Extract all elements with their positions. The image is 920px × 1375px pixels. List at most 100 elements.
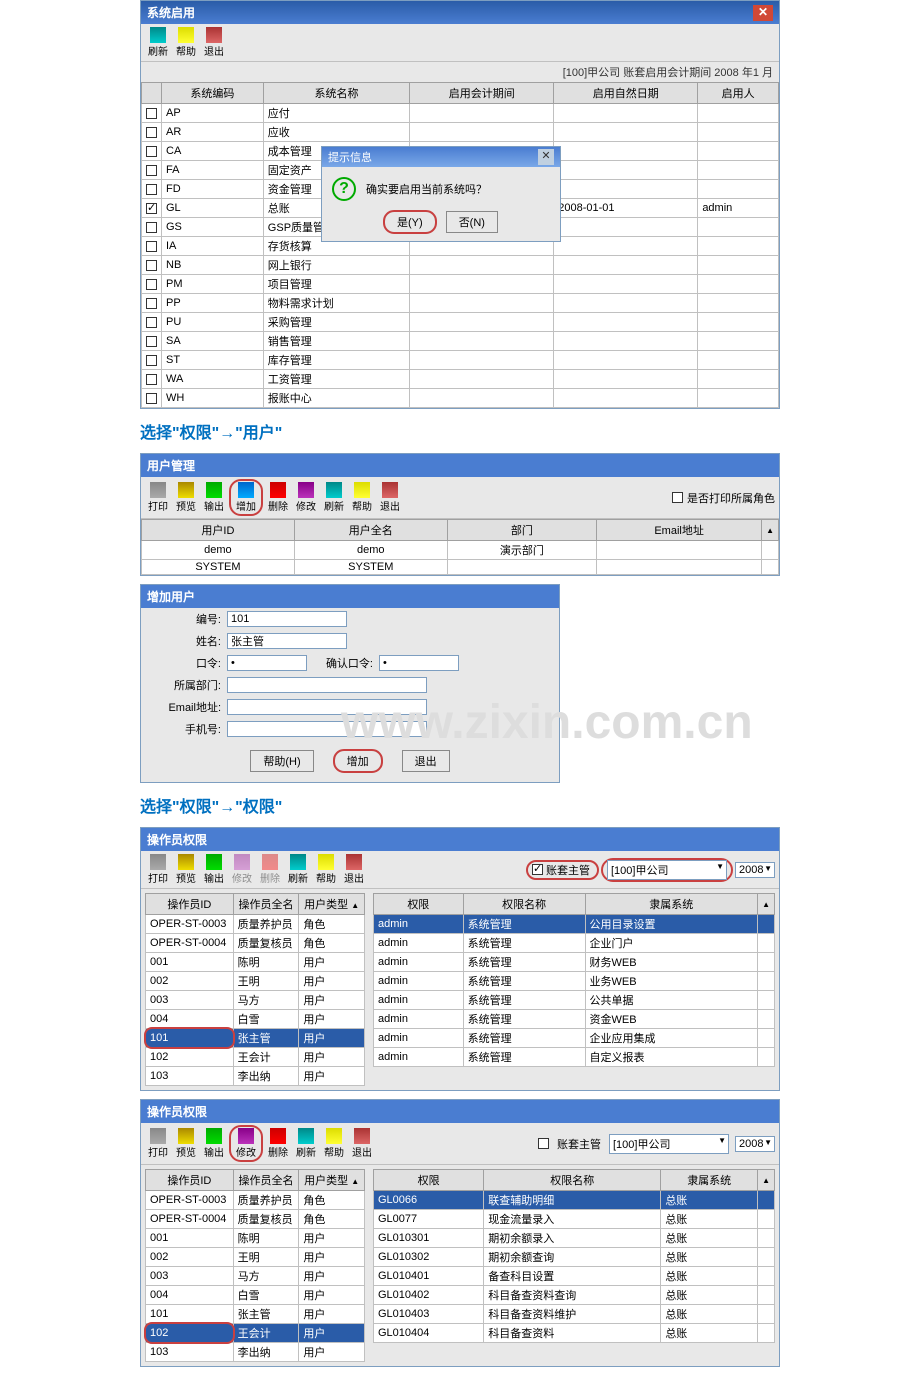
table-row[interactable]: 003马方用户 (146, 1267, 365, 1286)
table-row[interactable]: 102王会计用户 (146, 1048, 365, 1067)
year-select[interactable]: 2008 (735, 1136, 775, 1152)
company-select[interactable]: [100]甲公司 (607, 860, 727, 880)
table-row[interactable]: 101张主管用户 (146, 1029, 365, 1048)
row-checkbox[interactable] (146, 241, 157, 252)
password-field[interactable] (227, 655, 307, 671)
row-checkbox[interactable] (146, 317, 157, 328)
edit-button[interactable]: 修改 (233, 1127, 259, 1160)
table-row[interactable]: GL010301期初余额录入总账 (374, 1229, 775, 1248)
delete-button[interactable]: 删除 (265, 1127, 291, 1160)
table-row[interactable]: admin系统管理公共单据 (374, 991, 775, 1010)
table-row[interactable]: 002王明用户 (146, 1248, 365, 1267)
table-row[interactable]: OPER-ST-0003质量养护员角色 (146, 915, 365, 934)
help-button[interactable]: 帮助 (173, 26, 199, 59)
table-row[interactable]: GL010401备查科目设置总账 (374, 1267, 775, 1286)
yes-button[interactable]: 是(Y) (384, 211, 436, 233)
preview-button[interactable]: 预览 (173, 481, 199, 514)
table-row[interactable]: 103李出纳用户 (146, 1067, 365, 1086)
table-row[interactable]: SA销售管理 (142, 332, 779, 351)
table-row[interactable]: AR应收 (142, 123, 779, 142)
table-row[interactable]: OPER-ST-0004质量复核员角色 (146, 934, 365, 953)
table-row[interactable]: 002王明用户 (146, 972, 365, 991)
id-field[interactable] (227, 611, 347, 627)
preview-button[interactable]: 预览 (173, 853, 199, 886)
table-row[interactable]: PP物料需求计划 (142, 294, 779, 313)
exit-button[interactable]: 退出 (402, 750, 450, 772)
table-row[interactable]: admin系统管理财务WEB (374, 953, 775, 972)
table-row[interactable]: AP应付 (142, 104, 779, 123)
row-checkbox[interactable] (146, 203, 157, 214)
year-select[interactable]: 2008 (735, 862, 775, 878)
row-checkbox[interactable] (146, 298, 157, 309)
row-checkbox[interactable] (146, 260, 157, 271)
table-row[interactable]: admin系统管理业务WEB (374, 972, 775, 991)
table-row[interactable]: GL010403科目备查资料维护总账 (374, 1305, 775, 1324)
print-button[interactable]: 打印 (145, 1127, 171, 1160)
row-checkbox[interactable] (146, 222, 157, 233)
preview-button[interactable]: 预览 (173, 1127, 199, 1160)
table-row[interactable]: admin系统管理公用目录设置 (374, 915, 775, 934)
dept-field[interactable] (227, 677, 427, 693)
row-checkbox[interactable] (146, 127, 157, 138)
help-button[interactable]: 帮助 (313, 853, 339, 886)
table-row[interactable]: OPER-ST-0003质量养护员角色 (146, 1191, 365, 1210)
table-row[interactable]: GL010404科目备查资料总账 (374, 1324, 775, 1343)
export-button[interactable]: 输出 (201, 1127, 227, 1160)
help-button[interactable]: 帮助(H) (250, 750, 313, 772)
master-checkbox[interactable] (532, 864, 543, 875)
scroll-up-icon[interactable]: ▲ (758, 1170, 775, 1191)
table-row[interactable]: 103李出纳用户 (146, 1343, 365, 1362)
row-checkbox[interactable] (146, 108, 157, 119)
print-role-checkbox[interactable] (672, 492, 683, 503)
table-row[interactable]: GL010302期初余额查询总账 (374, 1248, 775, 1267)
master-checkbox[interactable] (538, 1138, 549, 1149)
close-icon[interactable]: ✕ (538, 149, 554, 165)
table-row[interactable]: PU采购管理 (142, 313, 779, 332)
table-row[interactable]: 101张主管用户 (146, 1305, 365, 1324)
exit-button[interactable]: 退出 (201, 26, 227, 59)
name-field[interactable] (227, 633, 347, 649)
scroll-up-icon[interactable]: ▲ (758, 894, 775, 915)
row-checkbox[interactable] (146, 374, 157, 385)
table-row[interactable]: OPER-ST-0004质量复核员角色 (146, 1210, 365, 1229)
exit-button[interactable]: 退出 (377, 481, 403, 514)
refresh-button[interactable]: 刷新 (145, 26, 171, 59)
table-row[interactable]: GL0077现金流量录入总账 (374, 1210, 775, 1229)
table-row[interactable]: NB网上银行 (142, 256, 779, 275)
close-icon[interactable]: ✕ (753, 5, 773, 21)
row-checkbox[interactable] (146, 355, 157, 366)
exit-button[interactable]: 退出 (341, 853, 367, 886)
row-checkbox[interactable] (146, 336, 157, 347)
company-select[interactable]: [100]甲公司 (609, 1134, 729, 1154)
table-row[interactable]: admin系统管理企业门户 (374, 934, 775, 953)
add-button[interactable]: 增加 (233, 481, 259, 514)
table-row[interactable]: demodemo演示部门 (142, 541, 779, 560)
table-row[interactable]: GL0066联查辅助明细总账 (374, 1191, 775, 1210)
row-checkbox[interactable] (146, 279, 157, 290)
refresh-button[interactable]: 刷新 (285, 853, 311, 886)
table-row[interactable]: 001陈明用户 (146, 953, 365, 972)
edit-button[interactable]: 修改 (293, 481, 319, 514)
delete-button[interactable]: 删除 (265, 481, 291, 514)
table-row[interactable]: 102王会计用户 (146, 1324, 365, 1343)
no-button[interactable]: 否(N) (446, 211, 498, 233)
help-button[interactable]: 帮助 (321, 1127, 347, 1160)
refresh-button[interactable]: 刷新 (293, 1127, 319, 1160)
table-row[interactable]: WH报账中心 (142, 389, 779, 408)
help-button[interactable]: 帮助 (349, 481, 375, 514)
table-row[interactable]: admin系统管理自定义报表 (374, 1048, 775, 1067)
row-checkbox[interactable] (146, 184, 157, 195)
export-button[interactable]: 输出 (201, 481, 227, 514)
table-row[interactable]: 001陈明用户 (146, 1229, 365, 1248)
table-row[interactable]: SYSTEMSYSTEM (142, 560, 779, 575)
table-row[interactable]: admin系统管理资金WEB (374, 1010, 775, 1029)
table-row[interactable]: admin系统管理企业应用集成 (374, 1029, 775, 1048)
exit-button[interactable]: 退出 (349, 1127, 375, 1160)
export-button[interactable]: 输出 (201, 853, 227, 886)
add-button[interactable]: 增加 (334, 750, 382, 772)
scroll-up-icon[interactable]: ▲ (762, 520, 779, 541)
print-button[interactable]: 打印 (145, 481, 171, 514)
refresh-button[interactable]: 刷新 (321, 481, 347, 514)
table-row[interactable]: 004白雪用户 (146, 1010, 365, 1029)
phone-field[interactable] (227, 721, 427, 737)
